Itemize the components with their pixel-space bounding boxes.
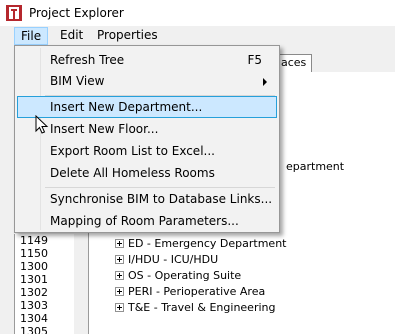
submenu-arrow-icon: [263, 78, 267, 86]
room-number-list[interactable]: 1149 1150 1300 1301 1302 1303 1304 1305: [14, 234, 74, 334]
tree-item-label: OS - Operating Suite: [128, 269, 242, 282]
expand-icon[interactable]: [115, 271, 124, 280]
tree-item-label: ED - Emergency Department: [128, 237, 287, 250]
list-item[interactable]: 1302: [20, 286, 48, 299]
menu-item-bim-view[interactable]: BIM View: [17, 70, 277, 92]
tree-item[interactable]: T&E - Travel & Engineering: [115, 301, 275, 315]
menu-properties[interactable]: Properties: [91, 27, 164, 45]
menu-item-insert-new-floor[interactable]: Insert New Floor...: [17, 118, 277, 140]
menu-item-export-room-list[interactable]: Export Room List to Excel...: [17, 140, 277, 162]
mouse-cursor-icon: [35, 115, 49, 134]
menu-edit[interactable]: Edit: [54, 27, 89, 45]
expand-icon[interactable]: [115, 255, 124, 264]
menu-item-refresh-tree[interactable]: Refresh Tree F5: [17, 49, 277, 71]
list-item[interactable]: 1305: [20, 325, 48, 334]
list-item[interactable]: 1150: [20, 247, 48, 260]
expand-icon[interactable]: [115, 239, 124, 248]
menu-item-shortcut: F5: [247, 53, 262, 67]
file-menu-dropdown: Refresh Tree F5 BIM View Insert New Depa…: [14, 45, 280, 233]
menu-item-mapping-room-parameters[interactable]: Mapping of Room Parameters...: [17, 210, 277, 232]
tree-item[interactable]: OS - Operating Suite: [115, 269, 241, 283]
tree-item-label: I/HDU - ICU/HDU: [128, 253, 219, 266]
tree-item[interactable]: ED - Emergency Department: [115, 237, 287, 251]
title-bar: Project Explorer: [0, 0, 395, 26]
menubar: File Edit Properties: [0, 26, 395, 46]
menu-item-label: Export Room List to Excel...: [50, 144, 215, 158]
tree-item[interactable]: I/HDU - ICU/HDU: [115, 253, 218, 267]
menu-item-delete-homeless-rooms[interactable]: Delete All Homeless Rooms: [17, 162, 277, 184]
menu-file[interactable]: File: [14, 27, 48, 45]
menu-item-synchronise-bim[interactable]: Synchronise BIM to Database Links...: [17, 188, 277, 210]
menu-item-label: Insert New Department...: [50, 100, 203, 114]
menu-item-label: Refresh Tree: [50, 53, 125, 67]
project-explorer-app-icon: [6, 5, 22, 21]
list-item[interactable]: 1301: [20, 273, 48, 286]
menu-item-insert-new-department[interactable]: Insert New Department...: [17, 96, 277, 118]
tree-item-label: PERI - Perioperative Area: [128, 285, 266, 298]
list-item[interactable]: 1304: [20, 312, 48, 325]
window-title: Project Explorer: [29, 6, 124, 20]
tree-item-label: T&E - Travel & Engineering: [128, 301, 276, 314]
menu-item-label: Synchronise BIM to Database Links...: [50, 192, 273, 206]
list-item[interactable]: 1303: [20, 299, 48, 312]
expand-icon[interactable]: [115, 287, 124, 296]
tree-item[interactable]: PERI - Perioperative Area: [115, 285, 265, 299]
menu-item-label: BIM View: [50, 74, 105, 88]
expand-icon[interactable]: [115, 303, 124, 312]
menu-item-label: Insert New Floor...: [50, 122, 159, 136]
list-item[interactable]: 1149: [20, 234, 48, 247]
list-item[interactable]: 1300: [20, 260, 48, 273]
tab-strip: aces: [270, 54, 395, 74]
menu-item-label: Delete All Homeless Rooms: [50, 166, 215, 180]
menu-item-label: Mapping of Room Parameters...: [50, 214, 239, 228]
tree-item-partial-label: epartment: [286, 160, 345, 173]
